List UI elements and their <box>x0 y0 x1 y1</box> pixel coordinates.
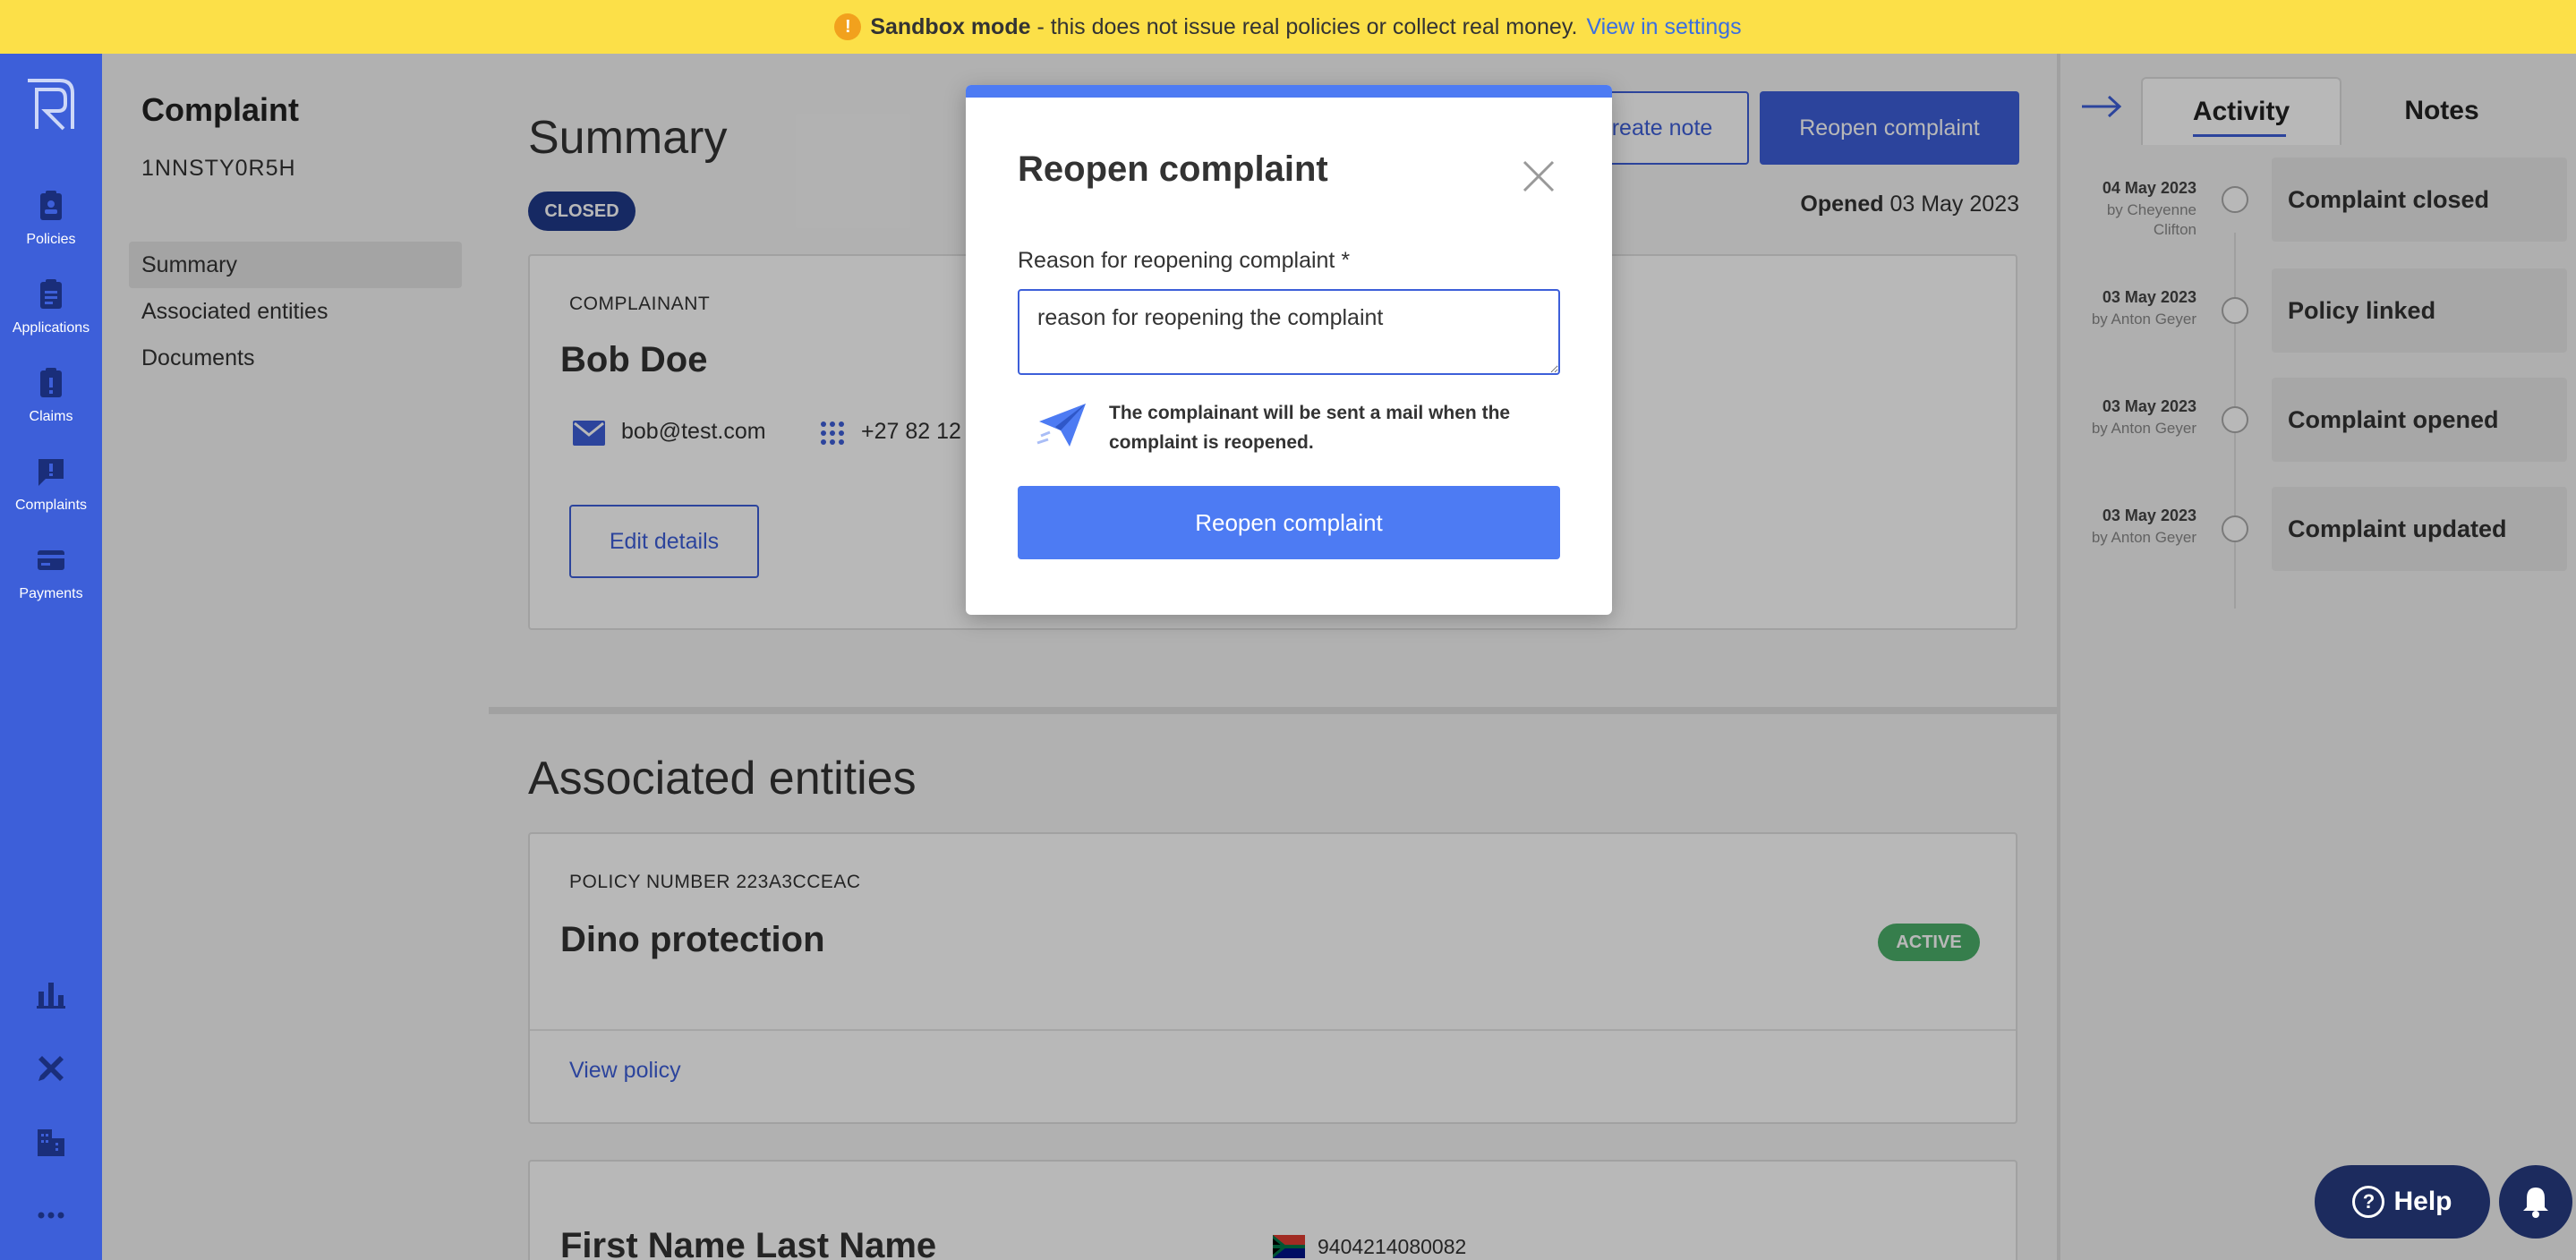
complaints-icon <box>38 459 64 486</box>
sandbox-banner: ! Sandbox mode - this does not issue rea… <box>0 0 2576 54</box>
nav-payments[interactable]: Payments <box>0 544 102 602</box>
bell-icon <box>2523 1188 2548 1218</box>
help-button[interactable]: ? Help <box>2315 1165 2490 1239</box>
nav-applications-label: Applications <box>12 320 90 336</box>
modal-reopen-complaint-button[interactable]: Reopen complaint <box>1018 486 1560 559</box>
policies-icon <box>40 191 62 220</box>
nav-policies[interactable]: Policies <box>0 190 102 248</box>
notifications-button[interactable] <box>2499 1165 2572 1239</box>
paper-plane-icon <box>1036 404 1086 447</box>
nav-claims-label: Claims <box>29 409 73 424</box>
tools-icon[interactable] <box>33 1051 69 1086</box>
building-icon[interactable] <box>33 1124 69 1160</box>
nav-claims[interactable]: Claims <box>0 367 102 425</box>
modal-note: The complainant will be sent a mail when… <box>1109 403 1511 453</box>
modal-accent-bar <box>966 85 1612 98</box>
payments-icon <box>38 550 64 570</box>
nav-payments-label: Payments <box>19 586 83 601</box>
reason-field-label: Reason for reopening complaint * <box>1018 248 1351 273</box>
nav-policies-label: Policies <box>26 232 76 247</box>
logo-icon[interactable] <box>24 77 76 132</box>
more-icon[interactable] <box>33 1197 69 1233</box>
question-icon: ? <box>2352 1186 2385 1218</box>
bar-chart-icon[interactable] <box>33 975 69 1011</box>
nav-complaints[interactable]: Complaints <box>0 455 102 514</box>
nav-applications[interactable]: Applications <box>0 278 102 336</box>
reason-textarea[interactable]: reason for reopening the complaint <box>1018 289 1560 375</box>
applications-icon <box>40 279 62 309</box>
reopen-complaint-modal: Reopen complaint Reason for reopening co… <box>966 85 1612 615</box>
main-nav-rail: Policies Applications Claims Complaints … <box>0 54 102 1260</box>
claims-icon <box>40 368 62 397</box>
help-label: Help <box>2393 1187 2452 1216</box>
view-in-settings-link[interactable]: View in settings <box>1586 14 1741 40</box>
nav-complaints-label: Complaints <box>14 498 88 513</box>
close-icon[interactable] <box>1521 158 1557 194</box>
banner-text: - this does not issue real policies or c… <box>1030 13 1578 39</box>
modal-title: Reopen complaint <box>1018 149 1328 189</box>
banner-title: Sandbox mode <box>870 13 1031 39</box>
warning-icon: ! <box>834 13 862 40</box>
